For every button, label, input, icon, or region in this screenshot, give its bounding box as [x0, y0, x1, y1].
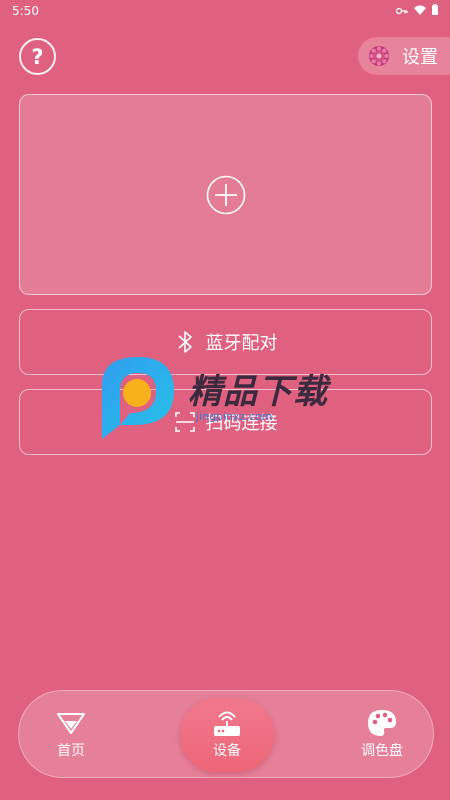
nav-home[interactable]: 首页 [21, 691, 121, 779]
status-time: 5:50 [12, 4, 39, 18]
watermark-p-icon [100, 355, 178, 447]
settings-button[interactable]: 设置 [358, 37, 450, 75]
palette-icon [367, 710, 397, 736]
nav-palette-label: 调色盘 [361, 743, 403, 759]
battery-icon [432, 4, 438, 18]
settings-label: 设置 [402, 47, 438, 68]
gear-icon [368, 45, 390, 67]
help-label: ? [31, 44, 44, 69]
nav-home-label: 首页 [57, 743, 85, 759]
help-button[interactable]: ? [19, 38, 56, 75]
nav-palette[interactable]: 调色盘 [332, 691, 432, 779]
status-bar: 5:50 [0, 0, 450, 22]
nav-device-label: 设备 [213, 743, 241, 759]
nav-device[interactable]: 设备 [180, 698, 274, 772]
bluetooth-pair-label: 蓝牙配对 [205, 333, 278, 354]
router-icon [212, 710, 242, 736]
key-icon [395, 4, 408, 18]
bluetooth-icon [174, 329, 196, 355]
status-icons [395, 4, 438, 18]
plus-circle-icon[interactable] [206, 175, 246, 215]
watermark-subtext: jingpinxz.com [196, 410, 273, 423]
watermark-text: 精品下载 [188, 372, 328, 412]
home-diamond-icon [56, 710, 86, 736]
watermark-logo: 精品下载 jingpinxz.com [100, 356, 360, 446]
bottom-nav: 首页 设备 调色盘 [18, 690, 434, 778]
add-device-card[interactable] [19, 94, 432, 295]
wifi-icon [414, 4, 426, 18]
